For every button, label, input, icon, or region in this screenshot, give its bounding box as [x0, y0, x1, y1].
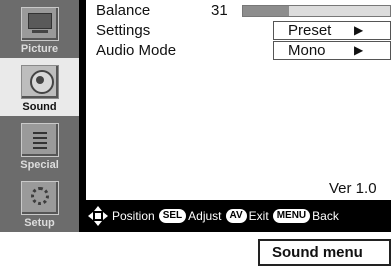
arrow-right-icon: ▶ — [354, 23, 364, 37]
sidebar-item-label: Picture — [20, 43, 59, 55]
osd-menu: Picture Sound Special Setup Balance 31 S… — [0, 0, 391, 232]
help-adjust: Adjust — [188, 209, 222, 223]
balance-label: Balance — [96, 2, 151, 19]
help-exit: Exit — [248, 209, 269, 223]
sidebar-item-label: Special — [20, 159, 59, 171]
sidebar-item-label: Sound — [22, 101, 57, 113]
list-icon — [20, 123, 59, 157]
settings-panel: Balance 31 Settings Preset ▶ Audio Mode … — [86, 0, 391, 200]
help-bar: Position SEL Adjust AV Exit MENU Back — [79, 200, 391, 232]
settings-label: Settings — [96, 22, 151, 39]
settings-selector[interactable]: Preset ▶ — [273, 21, 391, 40]
dpad-icon — [88, 206, 108, 226]
balance-slider[interactable] — [242, 5, 391, 17]
audio-mode-value: Mono — [288, 42, 326, 59]
settings-value: Preset — [288, 22, 332, 39]
sidebar-item-special[interactable]: Special — [0, 116, 79, 174]
sidebar-item-sound[interactable]: Sound — [0, 58, 79, 116]
audio-mode-selector[interactable]: Mono ▶ — [273, 41, 391, 60]
tv-icon — [20, 7, 59, 41]
balance-slider-fill — [243, 6, 289, 16]
caption-label: Sound menu — [258, 239, 391, 266]
menu-key: MENU — [272, 209, 311, 223]
av-key: AV — [225, 209, 247, 223]
sidebar-item-picture[interactable]: Picture — [0, 0, 79, 58]
gear-icon — [20, 181, 59, 215]
help-back: Back — [312, 209, 339, 223]
version-text: Ver 1.0 — [329, 180, 377, 197]
speaker-icon — [20, 65, 59, 99]
audio-mode-label: Audio Mode — [96, 42, 177, 59]
balance-value: 31 — [211, 2, 228, 19]
help-position: Position — [112, 209, 155, 223]
arrow-right-icon: ▶ — [354, 43, 364, 57]
sidebar: Picture Sound Special Setup — [0, 0, 79, 232]
sidebar-item-label: Setup — [24, 217, 55, 229]
sidebar-item-setup[interactable]: Setup — [0, 174, 79, 232]
sel-key: SEL — [158, 209, 187, 223]
